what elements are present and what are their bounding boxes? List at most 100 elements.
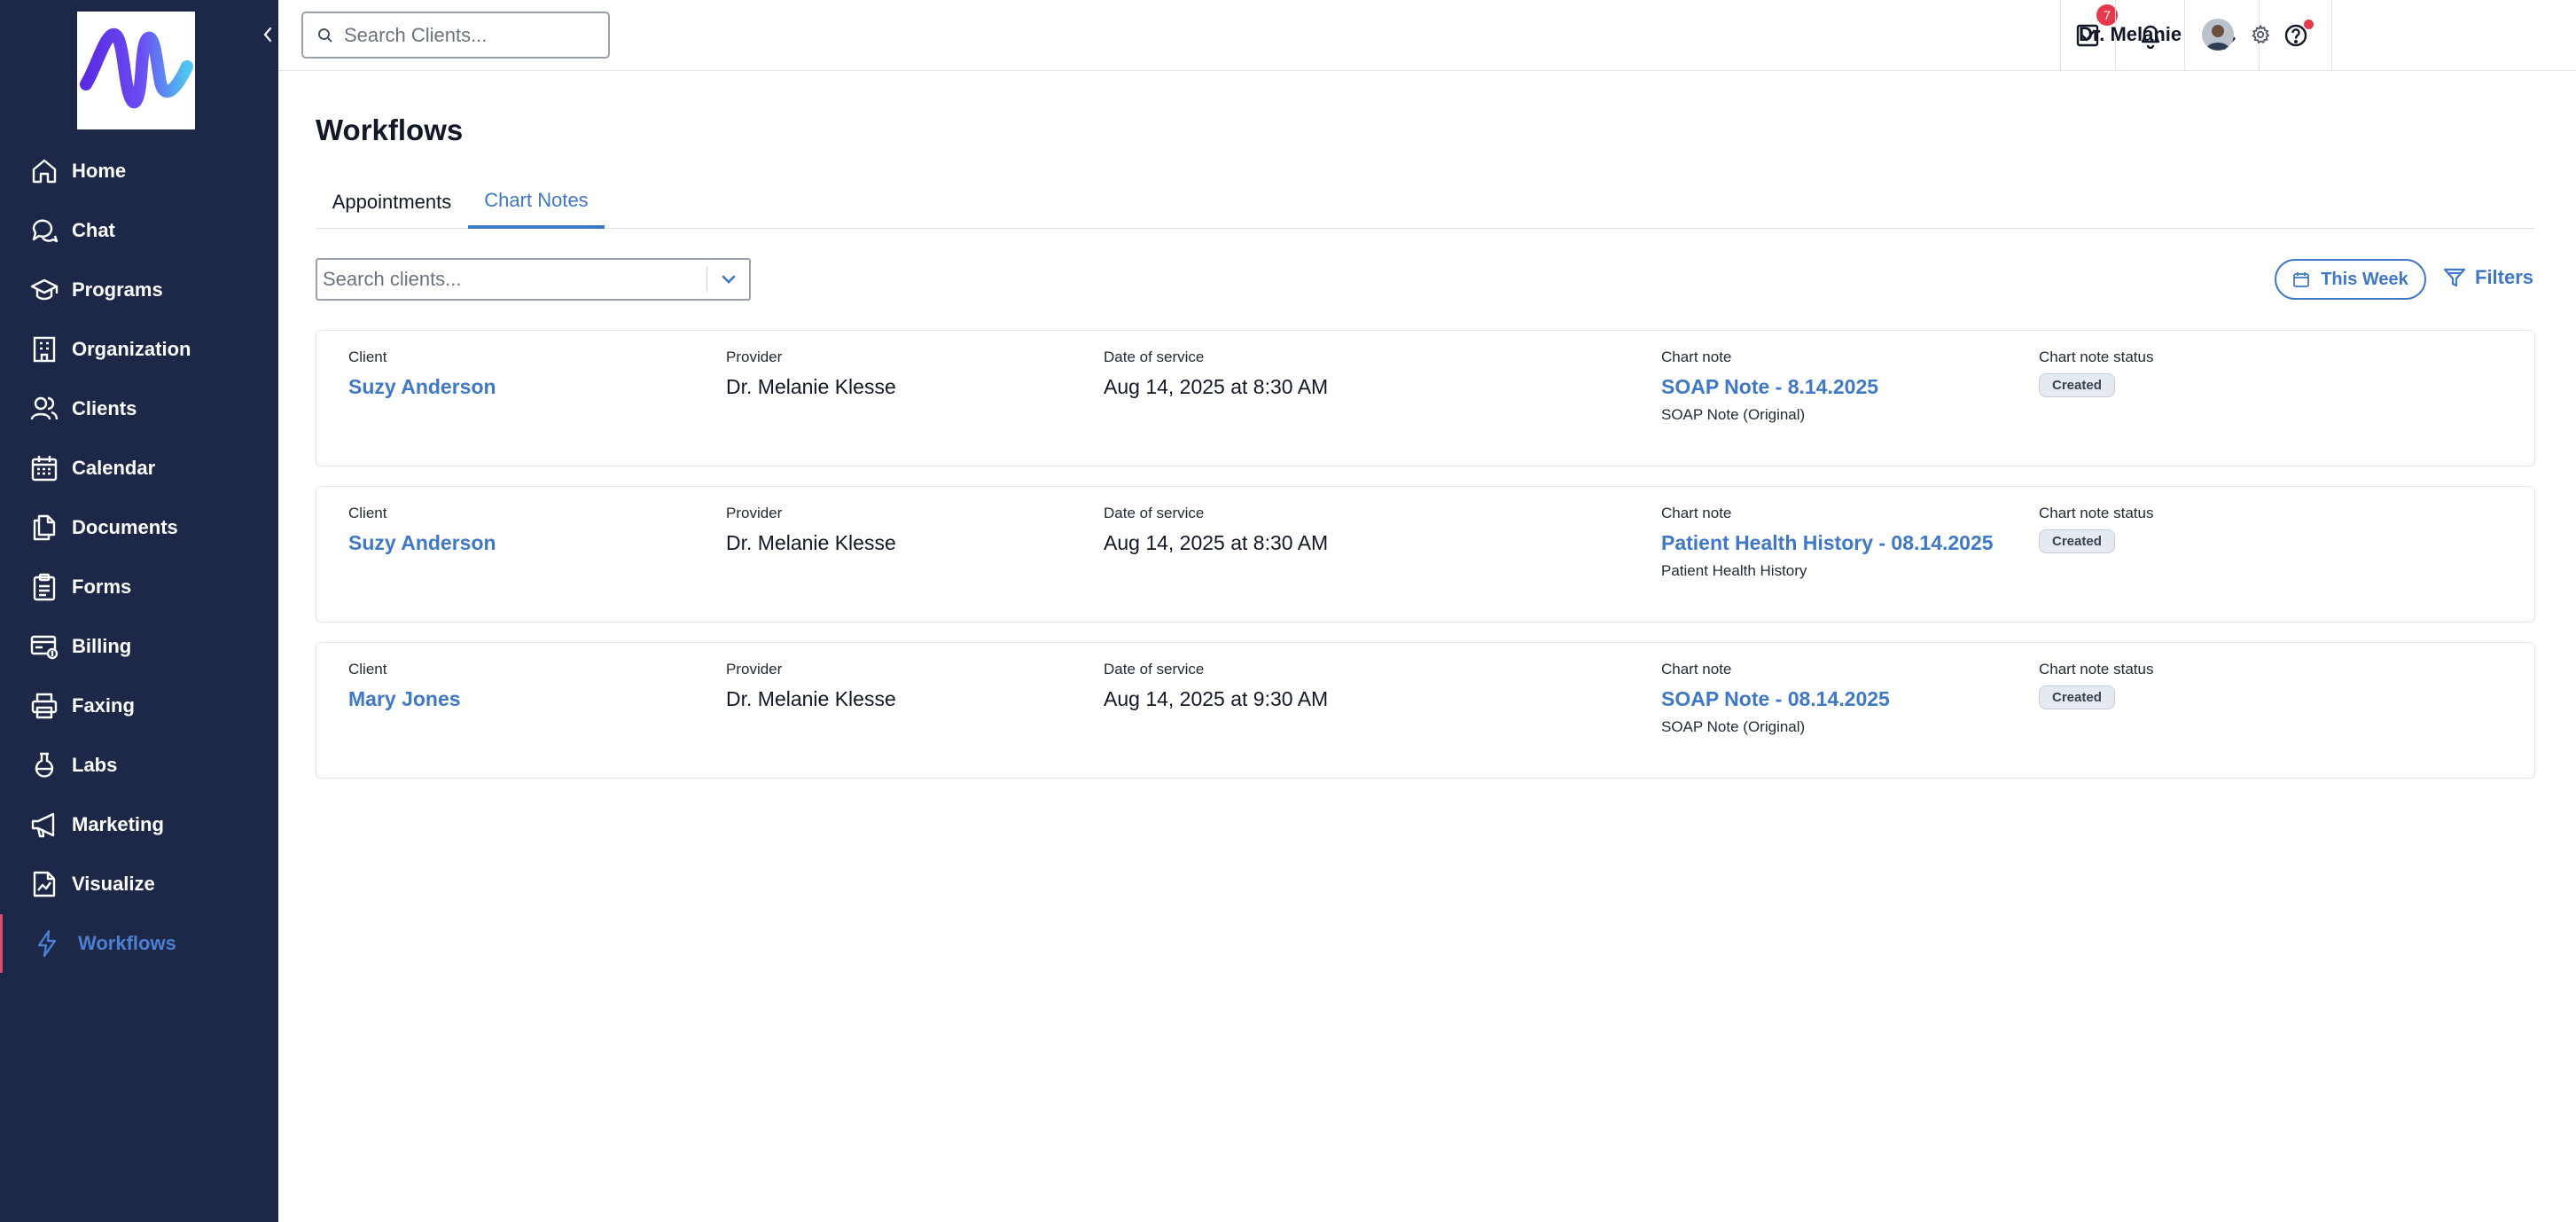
page-title: Workflows: [316, 114, 464, 146]
tab-chart-notes[interactable]: Chart Notes: [468, 176, 605, 229]
column-label: Provider: [726, 505, 783, 521]
sidebar-item-home[interactable]: Home: [0, 142, 278, 200]
chart-note-column: Chart note SOAP Note - 8.14.2025 SOAP No…: [1661, 349, 1878, 424]
date-of-service: Aug 14, 2025 at 8:30 AM: [1104, 375, 1329, 398]
date-column: Date of service Aug 14, 2025 at 9:30 AM: [1104, 661, 1328, 711]
filter-icon: [2443, 268, 2466, 287]
column-label: Chart note: [1661, 349, 1732, 365]
calendar-icon: [2293, 272, 2310, 287]
sidebar-item-marketing[interactable]: Marketing: [0, 795, 278, 854]
chart-doc-icon: [33, 871, 56, 897]
column-label: Chart note status: [2039, 661, 2154, 678]
users-icon: [30, 396, 59, 420]
sidebar-item-workflows[interactable]: Workflows: [0, 914, 278, 973]
provider-name: Dr. Melanie Klesse: [726, 687, 896, 710]
sidebar-item-organization[interactable]: Organization: [0, 320, 278, 379]
calendar-icon: [31, 456, 58, 482]
sidebar-item-documents[interactable]: Documents: [0, 498, 278, 557]
date-column: Date of service Aug 14, 2025 at 8:30 AM: [1104, 349, 1328, 399]
client-link[interactable]: Mary Jones: [348, 687, 461, 711]
collapse-sidebar-button[interactable]: [259, 21, 277, 48]
status-badge: Created: [2039, 685, 2115, 709]
billing-icon: [30, 635, 59, 660]
chart-note-type: SOAP Note (Original): [1661, 406, 1806, 423]
help-alert-dot: [2304, 20, 2314, 29]
building-icon: [33, 336, 56, 363]
tab-appointments[interactable]: Appointments: [316, 176, 468, 229]
client-column: Client Mary Jones: [348, 661, 461, 711]
sidebar-item-label: Calendar: [72, 457, 156, 479]
client-search-input[interactable]: [323, 267, 695, 292]
flask-icon: [35, 752, 54, 778]
client-column: Client Suzy Anderson: [348, 349, 496, 399]
provider-name: Dr. Melanie Klesse: [726, 531, 896, 554]
chart-note-type: Patient Health History: [1661, 562, 1807, 579]
date-column: Date of service Aug 14, 2025 at 8:30 AM: [1104, 505, 1328, 555]
sidebar-item-clients[interactable]: Clients: [0, 380, 278, 438]
sidebar-item-label: Workflows: [78, 932, 176, 954]
sidebar-item-label: Visualize: [72, 873, 155, 895]
avatar[interactable]: [2202, 19, 2234, 51]
chart-note-link[interactable]: SOAP Note - 08.14.2025: [1661, 687, 1890, 711]
status-column: Chart note status Created: [2039, 505, 2153, 553]
sidebar: Home Chat Programs Organization Clients …: [0, 0, 278, 1222]
megaphone-icon: [31, 812, 55, 838]
sidebar-item-label: Labs: [72, 754, 118, 776]
chart-note-type: SOAP Note (Original): [1661, 718, 1806, 735]
column-label: Chart note: [1661, 661, 1732, 678]
status-column: Chart note status Created: [2039, 349, 2153, 397]
client-filter-select[interactable]: [316, 258, 751, 301]
user-name[interactable]: Dr. Melanie: [2079, 23, 2182, 46]
chart-note-link[interactable]: SOAP Note - 8.14.2025: [1661, 375, 1878, 399]
date-of-service: Aug 14, 2025 at 8:30 AM: [1104, 531, 1329, 554]
column-label: Client: [348, 661, 387, 678]
column-label: Chart note status: [2039, 505, 2154, 521]
search-input[interactable]: [344, 23, 592, 47]
clipboard-icon: [33, 573, 56, 601]
provider-column: Provider Dr. Melanie Klesse: [726, 505, 896, 555]
settings-button[interactable]: [2251, 24, 2270, 49]
column-label: Provider: [726, 349, 783, 365]
sidebar-item-label: Faxing: [72, 694, 135, 717]
sidebar-item-calendar[interactable]: Calendar: [0, 439, 278, 497]
chart-note-row[interactable]: Client Mary Jones Provider Dr. Melanie K…: [316, 642, 2535, 779]
sidebar-item-label: Forms: [72, 576, 132, 598]
column-label: Date of service: [1104, 349, 1205, 365]
provider-name: Dr. Melanie Klesse: [726, 375, 896, 398]
chart-note-link[interactable]: Patient Health History - 08.14.2025: [1661, 531, 1994, 555]
sidebar-item-label: Programs: [72, 278, 163, 301]
home-icon: [32, 159, 57, 184]
sidebar-item-faxing[interactable]: Faxing: [0, 677, 278, 735]
client-link[interactable]: Suzy Anderson: [348, 531, 496, 555]
sidebar-item-label: Organization: [72, 338, 191, 360]
chevron-down-icon[interactable]: [718, 269, 739, 290]
documents-icon: [33, 514, 56, 541]
client-link[interactable]: Suzy Anderson: [348, 375, 496, 399]
chevron-left-icon: [263, 27, 272, 43]
chart-note-row[interactable]: Client Suzy Anderson Provider Dr. Melani…: [316, 486, 2535, 623]
date-range-button[interactable]: This Week: [2275, 259, 2426, 300]
status-badge: Created: [2039, 373, 2115, 397]
sidebar-item-visualize[interactable]: Visualize: [0, 855, 278, 913]
sidebar-item-programs[interactable]: Programs: [0, 261, 278, 319]
column-label: Chart note status: [2039, 349, 2154, 365]
column-label: Date of service: [1104, 661, 1205, 678]
date-of-service: Aug 14, 2025 at 9:30 AM: [1104, 687, 1329, 710]
global-search[interactable]: [301, 12, 610, 59]
chart-note-column: Chart note SOAP Note - 08.14.2025 SOAP N…: [1661, 661, 1890, 736]
graduation-cap-icon: [30, 278, 59, 301]
sidebar-item-labs[interactable]: Labs: [0, 736, 278, 795]
sidebar-item-label: Clients: [72, 397, 137, 419]
sidebar-item-forms[interactable]: Forms: [0, 558, 278, 616]
status-badge: Created: [2039, 529, 2115, 553]
date-range-label: This Week: [2321, 269, 2408, 289]
brand-logo[interactable]: [77, 12, 195, 129]
sidebar-item-billing[interactable]: Billing: [0, 617, 278, 676]
sidebar-item-chat[interactable]: Chat: [0, 201, 278, 260]
sidebar-item-label: Home: [72, 160, 127, 182]
select-divider: [706, 267, 707, 292]
column-label: Provider: [726, 661, 783, 678]
tab-bar: Appointments Chart Notes: [316, 176, 2535, 229]
filters-button[interactable]: Filters: [2443, 266, 2533, 289]
chart-note-row[interactable]: Client Suzy Anderson Provider Dr. Melani…: [316, 330, 2535, 466]
